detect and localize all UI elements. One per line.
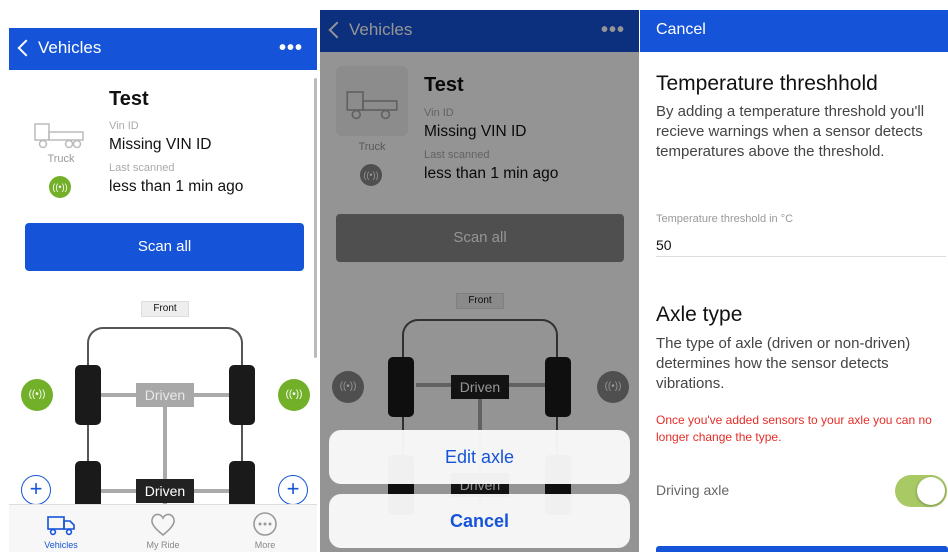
tab-my-ride[interactable]: My Ride <box>113 505 213 552</box>
vehicle-header: Truck ((•)) Test Vin ID Missing VIN ID L… <box>9 70 317 215</box>
truck-icon <box>47 516 75 536</box>
more-icon <box>253 512 277 536</box>
wheel-front-left[interactable] <box>75 365 101 425</box>
vehicle-detail-screen: Vehicles ••• Truck ((•)) Test Vin ID Mis… <box>9 28 317 552</box>
axle-label-2[interactable]: Driven <box>136 479 194 503</box>
driving-axle-toggle[interactable] <box>895 475 947 507</box>
signal-icon[interactable]: ((•)) <box>21 379 53 411</box>
scan-all-button[interactable]: Scan all <box>25 223 304 271</box>
temperature-description: By adding a temperature threshold you'll… <box>656 103 925 160</box>
chevron-left-icon <box>17 39 35 57</box>
cancel-button[interactable]: Cancel <box>656 21 706 39</box>
vehicle-name: Test <box>109 88 149 110</box>
axle-label-1[interactable]: Driven <box>136 383 194 407</box>
edit-axle-screen: Cancel Temperature threshhold By adding … <box>640 10 948 552</box>
nav-bar: Cancel <box>640 10 948 52</box>
driving-axle-label: Driving axle <box>656 482 730 498</box>
axle-diagram: Front Driven ((•)) ((•)) Driven + + <box>9 283 317 521</box>
toggle-knob <box>917 477 945 505</box>
wheel-front-right[interactable] <box>229 365 255 425</box>
edit-axle-button[interactable]: Edit axle <box>329 430 630 484</box>
axle-type-description: The type of axle (driven or non-driven) … <box>656 335 911 392</box>
tab-label: Vehicles <box>44 540 78 550</box>
temperature-field-label: Temperature threshold in °C <box>656 213 794 225</box>
tab-label: My Ride <box>146 540 180 550</box>
heart-icon <box>151 513 175 537</box>
scrollbar[interactable] <box>314 78 317 358</box>
add-sensor-button[interactable]: + <box>278 475 308 505</box>
last-scanned-value: less than 1 min ago <box>109 178 244 195</box>
more-menu-button[interactable]: ••• <box>279 37 303 60</box>
cancel-button[interactable]: Cancel <box>329 494 630 548</box>
vehicle-type: Truck <box>47 153 75 165</box>
axle-type-warning: Once you've added sensors to your axle y… <box>656 413 932 444</box>
front-label: Front <box>141 301 189 317</box>
back-label: Vehicles <box>38 38 102 57</box>
nav-bar: Vehicles ••• <box>9 28 317 70</box>
vin-value: Missing VIN ID <box>109 136 212 153</box>
tab-more[interactable]: More <box>215 505 315 552</box>
temperature-threshold-input[interactable] <box>656 233 946 257</box>
add-sensor-button[interactable]: + <box>21 475 51 505</box>
signal-icon[interactable]: ((•)) <box>278 379 310 411</box>
back-button[interactable]: Vehicles <box>17 38 101 58</box>
save-button[interactable] <box>656 546 948 552</box>
vin-label: Vin ID <box>109 120 139 132</box>
axle-type-title: Axle type <box>656 303 743 326</box>
tab-vehicles[interactable]: Vehicles <box>11 505 111 552</box>
last-scanned-label: Last scanned <box>109 162 175 174</box>
axle-action-screen: Vehicles ••• Truck ((•)) Test Vin ID Mis… <box>320 10 639 552</box>
temperature-title: Temperature threshhold <box>656 72 878 95</box>
tab-label: More <box>254 540 276 550</box>
signal-icon[interactable]: ((•)) <box>49 176 71 198</box>
tab-bar: Vehicles My Ride More <box>9 504 317 552</box>
